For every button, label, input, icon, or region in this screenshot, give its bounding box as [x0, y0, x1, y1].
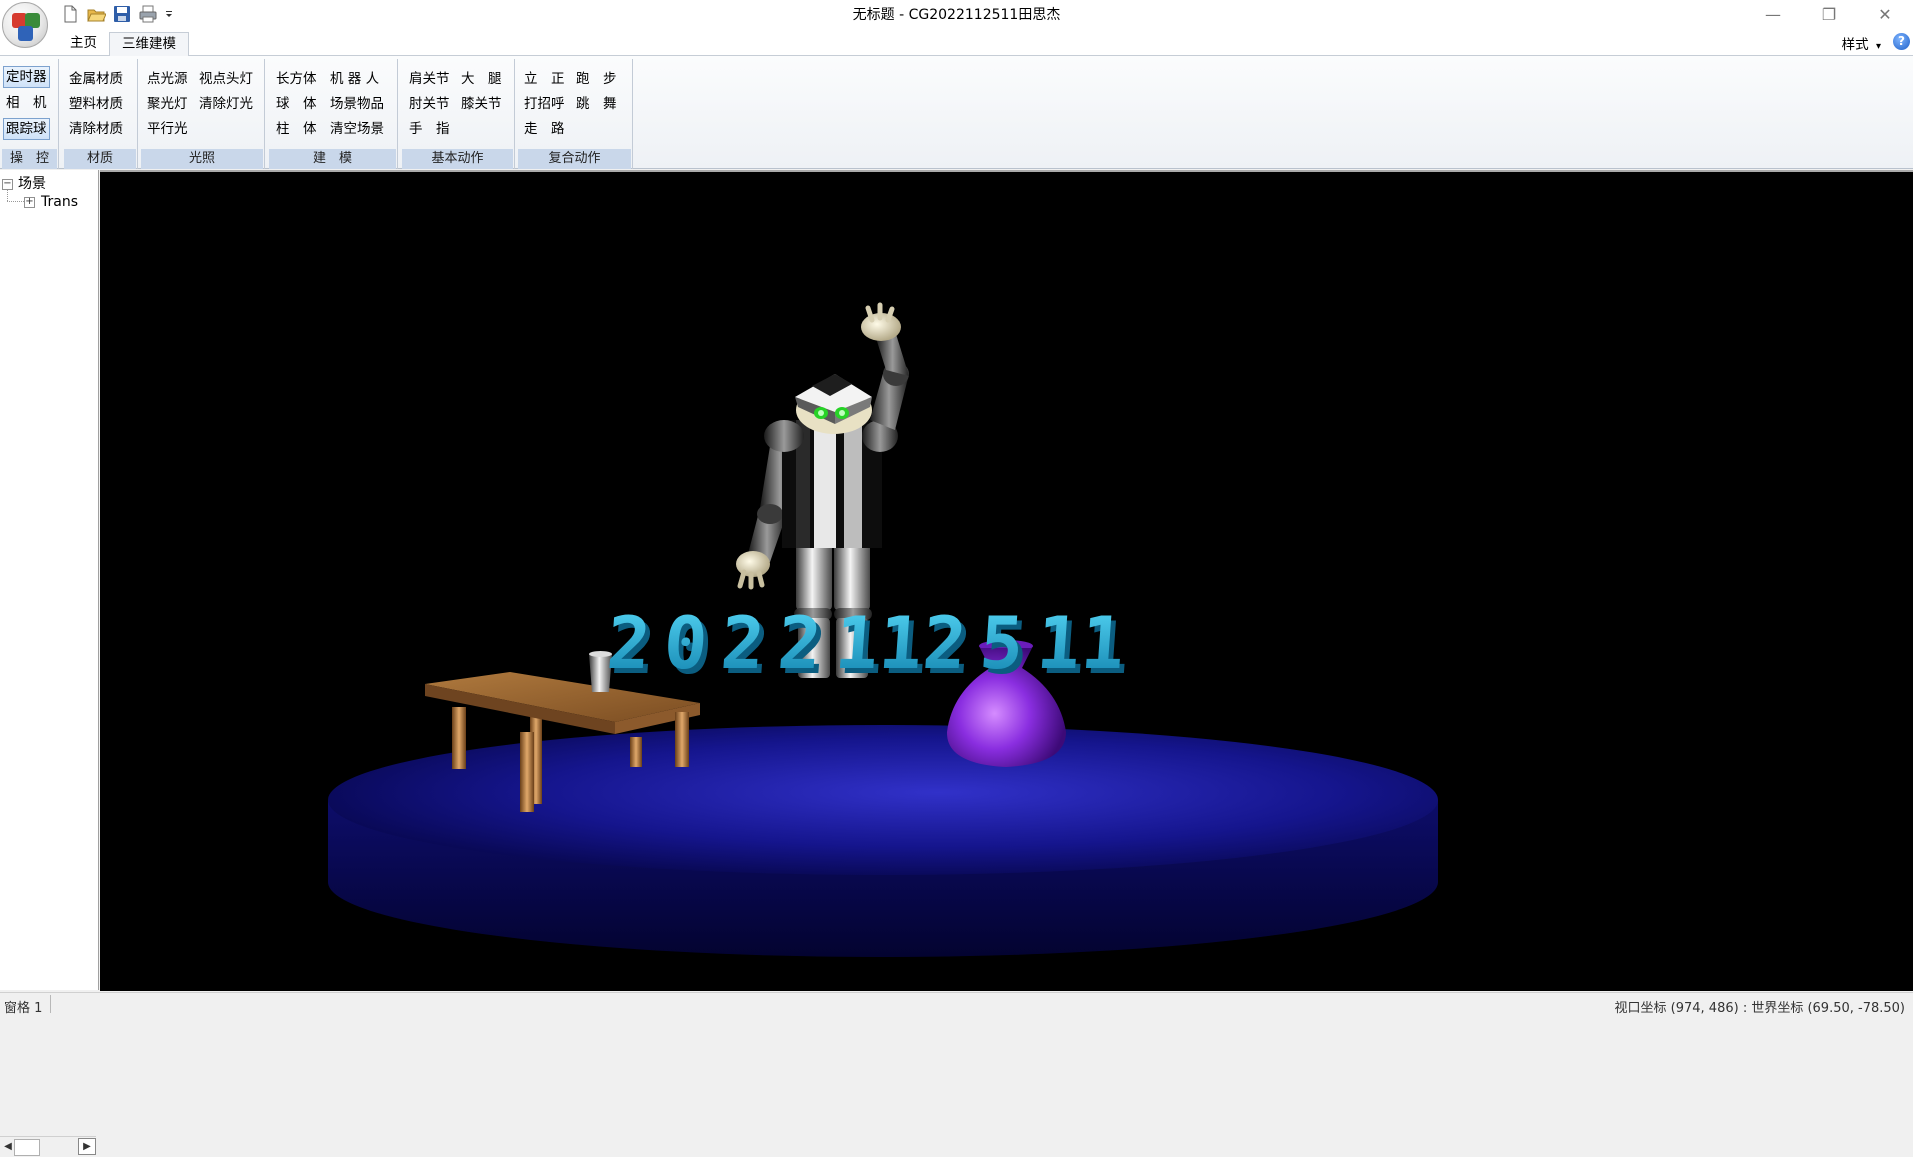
- camera-button[interactable]: 相 机: [6, 92, 47, 114]
- trackball-button[interactable]: 跟踪球: [3, 118, 50, 140]
- clear-scene-button[interactable]: 清空场景: [330, 118, 384, 140]
- application-menu-button[interactable]: [2, 2, 48, 48]
- digit-1: 1: [832, 601, 881, 685]
- status-separator: [50, 995, 51, 1013]
- clear-material-button[interactable]: 清除材质: [69, 118, 123, 140]
- status-bar: 窗格 1 视口坐标 (974, 486) : 世界坐标 (69.50, -78.…: [0, 992, 1913, 1017]
- collapse-toggle-icon[interactable]: −: [2, 179, 13, 190]
- group-label-modeling: 建 模: [269, 149, 396, 169]
- metal-material-button[interactable]: 金属材质: [69, 68, 123, 90]
- help-icon[interactable]: ?: [1893, 33, 1910, 50]
- group-label-control: 操 控: [2, 149, 57, 169]
- window-title: 无标题 - CG2022112511田思杰: [852, 7, 1061, 23]
- horizontal-scrollbar[interactable]: ◀ ▶: [0, 1136, 96, 1157]
- digit-5: 5: [977, 601, 1026, 685]
- minimize-button[interactable]: —: [1745, 0, 1801, 28]
- tree-node-scene[interactable]: 场景: [18, 174, 46, 194]
- digit-2: 2: [718, 601, 767, 685]
- run-button[interactable]: 跑 步: [576, 68, 617, 90]
- dance-button[interactable]: 跳 舞: [576, 93, 617, 115]
- tab-home[interactable]: 主页: [58, 32, 109, 55]
- digit-2: 2: [604, 601, 653, 685]
- tree-connector: [7, 201, 24, 203]
- tree-node-trans[interactable]: Trans: [41, 192, 78, 212]
- platform: [328, 725, 1438, 957]
- style-menu[interactable]: 样式 ▾: [1842, 33, 1881, 53]
- digit-2: 2: [920, 601, 969, 685]
- elbow-joint-button[interactable]: 肘关节: [409, 93, 450, 115]
- group-modeling: 长方体 机 器 人 球 体 场景物品 柱 体 清空场景 建 模: [268, 59, 398, 169]
- status-coordinates: 视口坐标 (974, 486) : 世界坐标 (69.50, -78.50): [1614, 1001, 1905, 1016]
- close-button[interactable]: ✕: [1857, 0, 1913, 28]
- scroll-right-icon[interactable]: ▶: [78, 1138, 96, 1155]
- group-compound-motion: 立 正 跑 步 打招呼 跳 舞 走 路 复合动作: [517, 59, 633, 169]
- app-logo-icon: [18, 26, 33, 41]
- 3d-viewport[interactable]: 22002222111122551111: [100, 170, 1913, 991]
- digit-1: 1: [876, 601, 925, 685]
- digit-1: 1: [1078, 601, 1127, 685]
- scene-items-button[interactable]: 场景物品: [330, 93, 384, 115]
- cylinder-button[interactable]: 柱 体: [276, 118, 317, 140]
- spotlight-button[interactable]: 聚光灯: [147, 93, 188, 115]
- digit-0: 0: [661, 601, 710, 685]
- wave-hello-button[interactable]: 打招呼: [524, 93, 565, 115]
- knee-joint-button[interactable]: 膝关节: [461, 93, 502, 115]
- attention-button[interactable]: 立 正: [524, 68, 565, 90]
- walk-button[interactable]: 走 路: [524, 118, 565, 140]
- tab-3d-modeling[interactable]: 三维建模: [109, 32, 189, 56]
- group-basic-motion: 肩关节 大 腿 肘关节 膝关节 手 指 基本动作: [401, 59, 515, 169]
- tree-connector: [7, 190, 9, 201]
- group-label-material: 材质: [64, 149, 136, 169]
- plastic-material-button[interactable]: 塑料材质: [69, 93, 123, 115]
- chevron-down-icon: ▾: [1875, 41, 1881, 52]
- sphere-button[interactable]: 球 体: [276, 93, 317, 115]
- shoulder-joint-button[interactable]: 肩关节: [409, 68, 450, 90]
- group-label-lighting: 光照: [141, 149, 263, 169]
- style-menu-label: 样式: [1841, 37, 1869, 53]
- thigh-button[interactable]: 大 腿: [461, 68, 502, 90]
- point-light-button[interactable]: 点光源: [147, 68, 188, 90]
- group-control: 定时器 相 机 跟踪球 操 控: [1, 59, 59, 169]
- expand-toggle-icon[interactable]: +: [24, 197, 35, 208]
- status-pane-label: 窗格 1: [4, 1001, 43, 1016]
- scroll-thumb[interactable]: [14, 1139, 40, 1156]
- restore-button[interactable]: ❐: [1801, 0, 1857, 28]
- group-lighting: 点光源 视点头灯 聚光灯 清除灯光 平行光 光照: [140, 59, 265, 169]
- ribbon-tab-row: 主页 三维建模: [0, 28, 1913, 56]
- scene-tree[interactable]: − 场景 + Trans ◀ ▶: [0, 170, 99, 1157]
- group-label-basic-motion: 基本动作: [402, 149, 513, 169]
- directional-light-button[interactable]: 平行光: [147, 118, 188, 140]
- clear-lights-button[interactable]: 清除灯光: [199, 93, 253, 115]
- ribbon: 定时器 相 机 跟踪球 操 控 金属材质 塑料材质 清除材质 材质 点光源 视点…: [0, 56, 1913, 169]
- robot-button[interactable]: 机 器 人: [330, 68, 379, 90]
- digit-1: 1: [1034, 601, 1083, 685]
- group-material: 金属材质 塑料材质 清除材质 材质: [63, 59, 138, 169]
- group-label-compound-motion: 复合动作: [518, 149, 631, 169]
- student-number-3d-text: 22 00 22 22 11 11 22 55 11 11: [604, 601, 1132, 690]
- headlight-button[interactable]: 视点头灯: [199, 68, 253, 90]
- timer-button[interactable]: 定时器: [3, 66, 50, 88]
- digit-2: 2: [775, 601, 824, 685]
- scene-render: 22 00 22 22 11 11 22 55 11 11: [328, 302, 1438, 957]
- cuboid-button[interactable]: 长方体: [276, 68, 317, 90]
- finger-button[interactable]: 手 指: [409, 118, 450, 140]
- title-bar: 无标题 - CG2022112511田思杰 — ❐ ✕: [0, 0, 1913, 28]
